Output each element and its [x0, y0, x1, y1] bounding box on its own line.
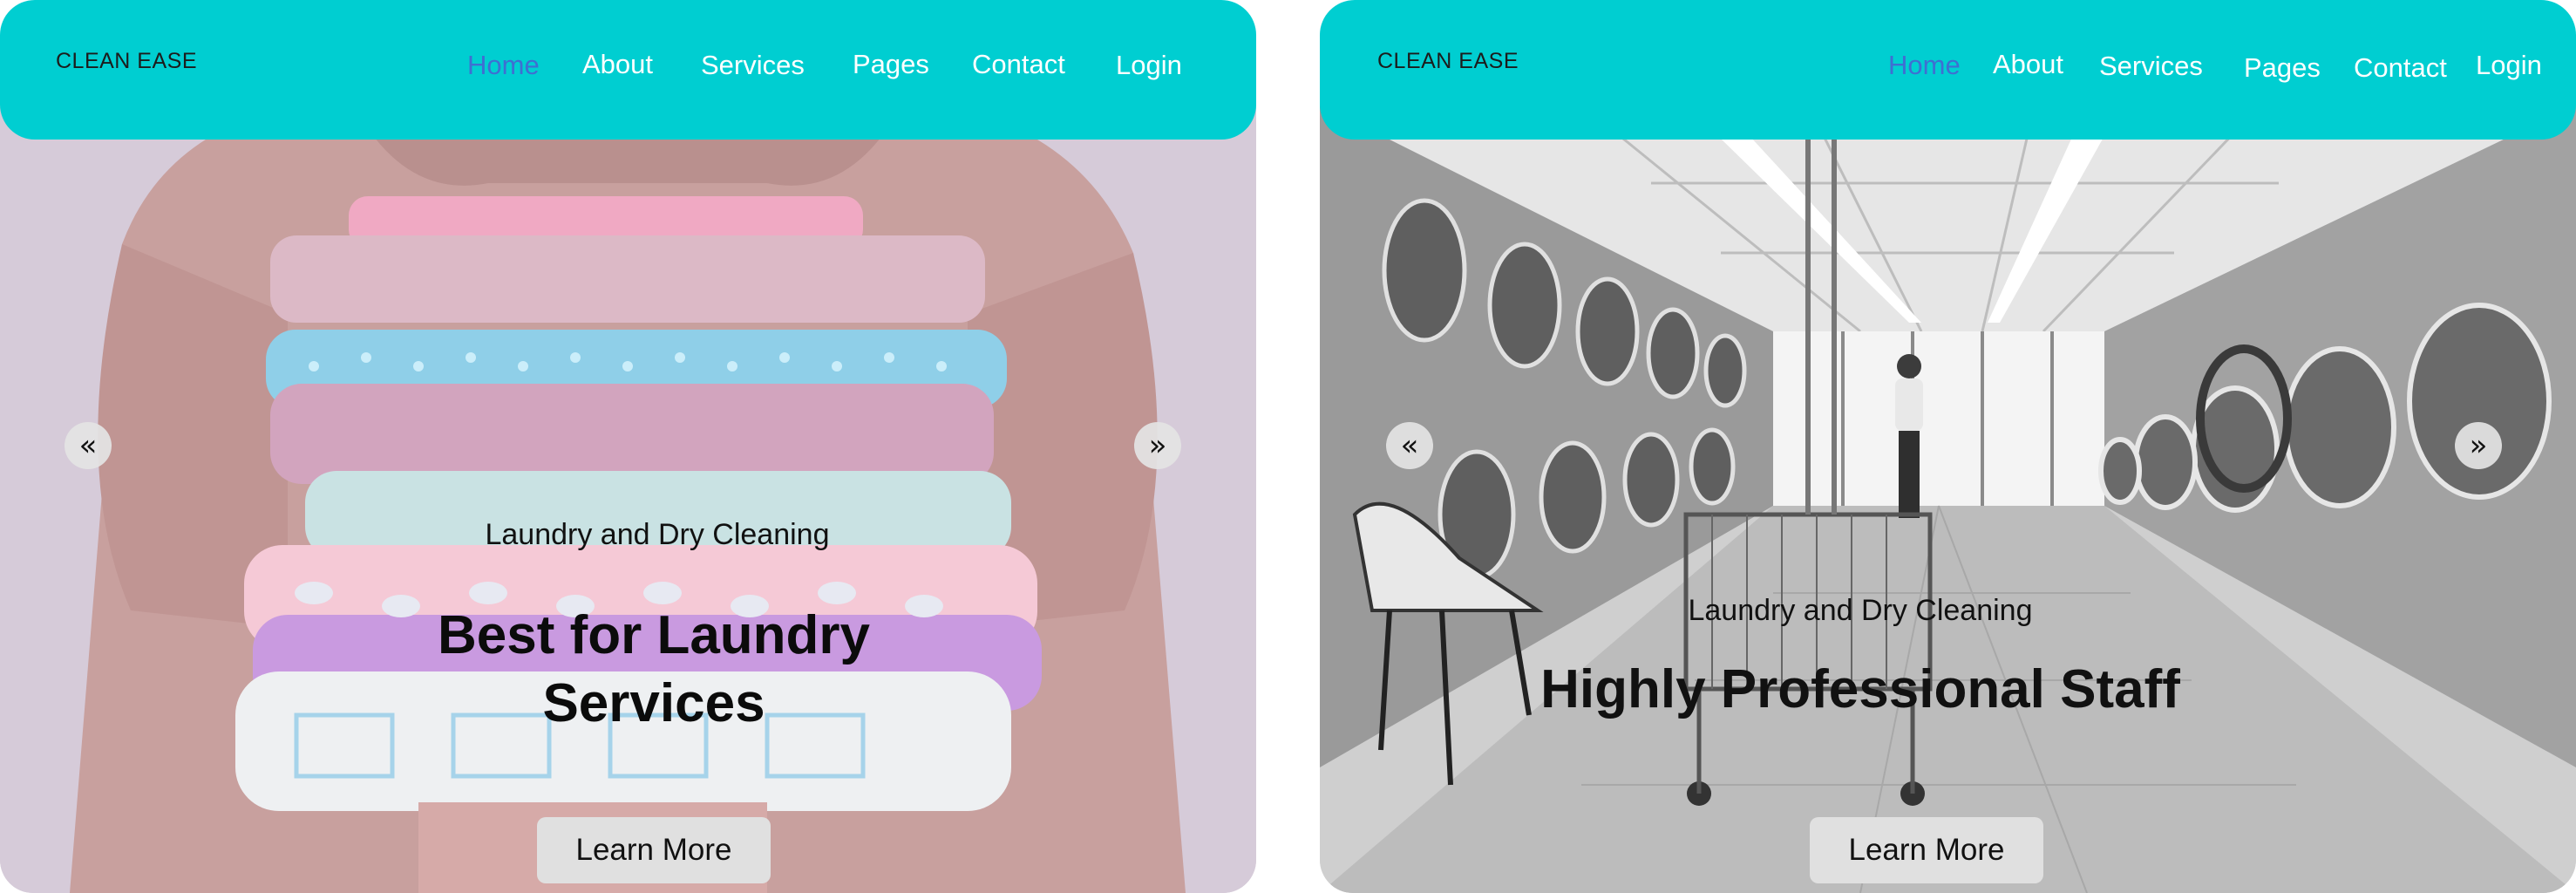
hero-image-folded-laundry — [0, 105, 1256, 893]
nav-login[interactable]: Login — [1116, 50, 1182, 81]
learn-more-button[interactable]: Learn More — [537, 817, 771, 883]
navbar: CLEAN EASE Home About Services Pages Con… — [0, 0, 1256, 140]
prev-slide-icon[interactable]: « — [1386, 422, 1433, 469]
nav-home[interactable]: Home — [467, 50, 540, 81]
navbar: CLEAN EASE Home About Services Pages Con… — [1320, 0, 2576, 140]
hero-subtitle: Laundry and Dry Cleaning — [1688, 594, 2033, 627]
nav-pages[interactable]: Pages — [853, 49, 929, 80]
next-slide-icon[interactable]: » — [1134, 422, 1181, 469]
hero-subtitle: Laundry and Dry Cleaning — [485, 518, 830, 551]
brand-logo[interactable]: CLEAN EASE — [1377, 49, 1519, 74]
slide-panel-laundry: CLEAN EASE Home About Services Pages Con… — [0, 0, 1256, 893]
brand-logo[interactable]: CLEAN EASE — [56, 49, 197, 74]
nav-home[interactable]: Home — [1888, 50, 1961, 81]
hero-image-laundromat — [1320, 105, 2576, 893]
slide-panel-laundromat: CLEAN EASE Home About Services Pages Con… — [1320, 0, 2576, 893]
nav-about[interactable]: About — [582, 49, 653, 80]
nav-services[interactable]: Services — [2099, 51, 2203, 82]
next-slide-icon[interactable]: » — [2455, 422, 2502, 469]
hero-title: Best for Laundry Services — [437, 605, 871, 733]
nav-pages[interactable]: Pages — [2244, 52, 2321, 84]
nav-contact[interactable]: Contact — [2354, 52, 2447, 84]
prev-slide-icon[interactable]: « — [65, 422, 112, 469]
nav-contact[interactable]: Contact — [972, 49, 1065, 80]
nav-about[interactable]: About — [1993, 49, 2063, 80]
hero-slide — [0, 105, 1256, 893]
hero-slide — [1320, 105, 2576, 893]
nav-services[interactable]: Services — [701, 50, 805, 81]
hero-title: Highly Professional Staff — [1540, 659, 2180, 719]
learn-more-button[interactable]: Learn More — [1810, 817, 2043, 883]
nav-login[interactable]: Login — [2476, 50, 2542, 81]
